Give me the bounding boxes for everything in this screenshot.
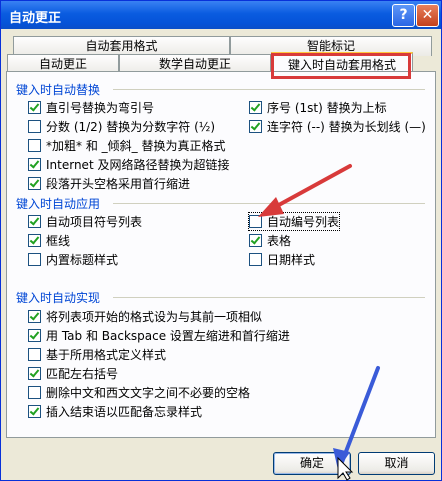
checkbox-auto-numbering[interactable]: 自动编号列表 bbox=[247, 212, 341, 231]
checkbox-label: 连字符 (--) 替换为长划线 (—) bbox=[267, 120, 426, 134]
checkbox-auto-bullets[interactable]: 自动项目符号列表 bbox=[28, 213, 142, 230]
window-title: 自动更正 bbox=[9, 11, 62, 26]
checkbox-borders[interactable]: 框线 bbox=[28, 232, 70, 249]
checkbox-label: 内置标题样式 bbox=[46, 253, 119, 267]
checkbox-label: 用 Tab 和 Backspace 设置左缩进和首行缩进 bbox=[46, 329, 290, 343]
checkbox-label: *加粗* 和 _倾斜_ 替换为真正格式 bbox=[46, 139, 226, 153]
checkbox-first-line-indent[interactable]: 段落开头空格采用首行缩进 bbox=[28, 175, 190, 192]
checkbox-label: 自动项目符号列表 bbox=[46, 215, 143, 229]
checkbox-match-parens[interactable]: 匹配左右括号 bbox=[28, 365, 118, 382]
group-divider bbox=[113, 89, 425, 90]
tab-autocorrect-label: 自动更正 bbox=[38, 57, 87, 71]
checkbox-remove-spaces[interactable]: 删除中文和西文文字之间不必要的空格 bbox=[28, 384, 250, 401]
checkbox-box[interactable] bbox=[249, 253, 262, 266]
checkbox-box[interactable] bbox=[28, 158, 41, 171]
highlight-box bbox=[271, 53, 411, 79]
checkbox-label: 日期样式 bbox=[267, 253, 316, 267]
checkbox-label: 框线 bbox=[46, 234, 71, 248]
group-implement-title: 键入时自动实现 bbox=[16, 291, 101, 305]
group-replace-title: 键入时自动替换 bbox=[16, 83, 101, 97]
checkbox-label: 插入结束语以匹配备忘录样式 bbox=[46, 405, 203, 419]
tab-smart-tags-label: 智能标记 bbox=[306, 39, 355, 53]
checkbox-label: 序号 (1st) 替换为上标 bbox=[267, 101, 387, 115]
checkbox-heading-styles[interactable]: 内置标题样式 bbox=[28, 251, 118, 268]
checkbox-box[interactable] bbox=[28, 253, 41, 266]
checkbox-box[interactable] bbox=[28, 215, 41, 228]
checkbox-label: 将列表项开始的格式设为与其前一项相似 bbox=[46, 310, 263, 324]
ok-button[interactable]: 确定 bbox=[273, 452, 351, 475]
checkbox-ordinals[interactable]: 序号 (1st) 替换为上标 bbox=[249, 99, 387, 116]
checkbox-label: 段落开头空格采用首行缩进 bbox=[46, 177, 191, 191]
close-button[interactable]: ✕ bbox=[416, 4, 439, 27]
checkbox-fractions[interactable]: 分数 (1/2) 替换为分数字符 (½) bbox=[28, 118, 215, 135]
checkbox-tables[interactable]: 表格 bbox=[249, 232, 291, 249]
checkbox-memo-closings[interactable]: 插入结束语以匹配备忘录样式 bbox=[28, 403, 202, 420]
tab-autoformat-label: 自动套用格式 bbox=[85, 39, 158, 53]
checkbox-hyperlinks[interactable]: Internet 及网络路径替换为超链接 bbox=[28, 156, 229, 173]
checkbox-label: 匹配左右括号 bbox=[46, 367, 119, 381]
checkbox-label: 表格 bbox=[267, 234, 292, 248]
checkbox-list-format[interactable]: 将列表项开始的格式设为与其前一项相似 bbox=[28, 308, 262, 325]
checkbox-smart-quotes[interactable]: 直引号替换为弯引号 bbox=[28, 99, 154, 116]
checkbox-label: 分数 (1/2) 替换为分数字符 (½) bbox=[46, 120, 216, 134]
group-divider bbox=[113, 297, 425, 298]
checkbox-date-styles[interactable]: 日期样式 bbox=[249, 251, 315, 268]
checkbox-box[interactable] bbox=[249, 120, 262, 133]
tab-math-autocorrect-label: 数学自动更正 bbox=[158, 57, 231, 71]
title-bar: 自动更正 ? ✕ bbox=[1, 1, 441, 29]
checkbox-label: 直引号替换为弯引号 bbox=[46, 101, 155, 115]
checkbox-box[interactable] bbox=[28, 386, 41, 399]
checkbox-bold-italic[interactable]: *加粗* 和 _倾斜_ 替换为真正格式 bbox=[28, 137, 225, 154]
checkbox-box[interactable] bbox=[28, 310, 41, 323]
cancel-button[interactable]: 取消 bbox=[358, 452, 435, 475]
checkbox-define-styles[interactable]: 基于所用格式定义样式 bbox=[28, 346, 166, 363]
checkbox-box[interactable] bbox=[249, 234, 262, 247]
checkbox-label: 自动编号列表 bbox=[267, 215, 340, 229]
checkbox-box[interactable] bbox=[28, 120, 41, 133]
checkbox-label: 删除中文和西文文字之间不必要的空格 bbox=[46, 386, 251, 400]
checkbox-label: Internet 及网络路径替换为超链接 bbox=[46, 158, 230, 172]
checkbox-box[interactable] bbox=[28, 367, 41, 380]
checkbox-box[interactable] bbox=[28, 405, 41, 418]
checkbox-box[interactable] bbox=[28, 139, 41, 152]
checkbox-hyphens[interactable]: 连字符 (--) 替换为长划线 (—) bbox=[249, 118, 426, 135]
checkbox-tab-backspace[interactable]: 用 Tab 和 Backspace 设置左缩进和首行缩进 bbox=[28, 327, 290, 344]
group-apply-title: 键入时自动应用 bbox=[16, 197, 101, 211]
help-button[interactable]: ? bbox=[392, 4, 415, 27]
checkbox-box[interactable] bbox=[28, 348, 41, 361]
checkbox-box[interactable] bbox=[28, 329, 41, 342]
checkbox-label: 基于所用格式定义样式 bbox=[46, 348, 167, 362]
checkbox-box[interactable] bbox=[28, 101, 41, 114]
tab-autoformat[interactable]: 自动套用格式 bbox=[13, 36, 230, 56]
checkbox-box[interactable] bbox=[28, 234, 41, 247]
checkbox-box[interactable] bbox=[28, 177, 41, 190]
checkbox-box[interactable] bbox=[249, 101, 262, 114]
checkbox-box[interactable] bbox=[249, 215, 262, 228]
autocorrect-dialog: 自动更正 ? ✕ 自动套用格式 智能标记 自动更正 数学自动更正 键入时自动套用… bbox=[0, 0, 442, 481]
group-divider bbox=[113, 203, 425, 204]
